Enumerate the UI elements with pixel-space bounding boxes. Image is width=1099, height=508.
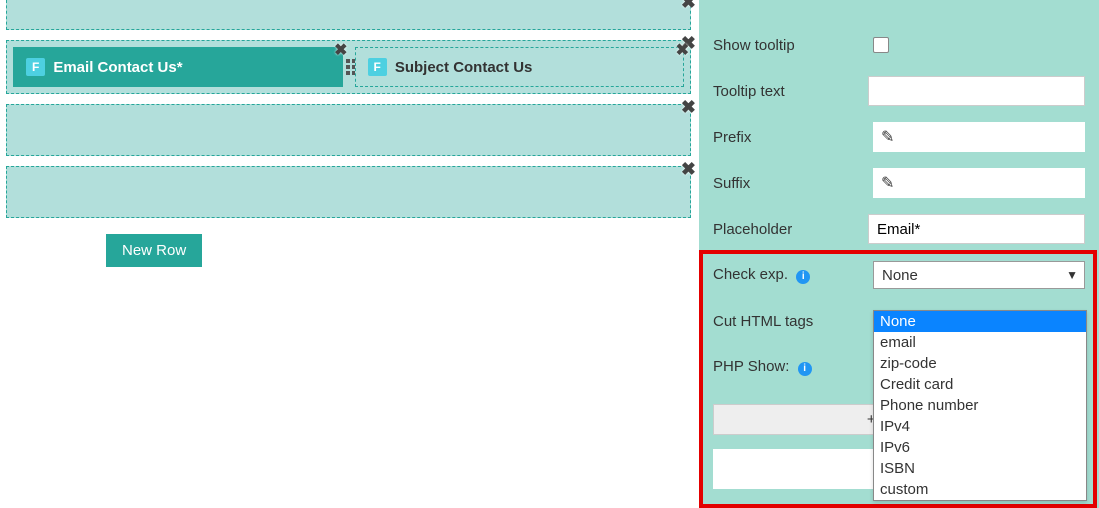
suffix-input[interactable]: ✎ — [873, 168, 1085, 198]
info-icon[interactable]: i — [798, 362, 812, 376]
pencil-icon: ✎ — [881, 173, 894, 193]
suffix-label: Suffix — [713, 175, 873, 192]
field-type-badge: F — [368, 58, 387, 76]
placeholder-label: Placeholder — [713, 221, 868, 238]
dropdown-option[interactable]: IPv6 — [874, 437, 1086, 458]
show-tooltip-label: Show tooltip — [713, 37, 873, 54]
prefix-label: Prefix — [713, 129, 873, 146]
dropdown-option[interactable]: zip-code — [874, 353, 1086, 374]
select-value: None — [882, 267, 918, 284]
new-row-button[interactable]: New Row — [106, 234, 202, 267]
close-icon[interactable]: ✖ — [681, 0, 696, 13]
dropdown-option[interactable]: ISBN — [874, 458, 1086, 479]
close-icon[interactable]: ✖ — [681, 97, 696, 118]
properties-panel: Show tooltip Tooltip text Prefix ✎ Suffi… — [699, 0, 1099, 508]
form-row[interactable]: ✖ — [6, 0, 691, 30]
field-subject-contact-us[interactable]: ✖ F Subject Contact Us — [355, 47, 685, 87]
dropdown-option[interactable]: Credit card — [874, 374, 1086, 395]
php-show-label: PHP Show: i — [713, 358, 873, 376]
pencil-icon: ✎ — [881, 127, 894, 147]
form-row[interactable]: ✖ — [6, 104, 691, 156]
tooltip-text-label: Tooltip text — [713, 83, 868, 100]
check-exp-label: Check exp. i — [713, 266, 873, 284]
prefix-input[interactable]: ✎ — [873, 122, 1085, 152]
placeholder-input[interactable] — [868, 214, 1085, 244]
cut-html-label: Cut HTML tags — [713, 313, 873, 330]
close-icon[interactable]: ✖ — [334, 40, 347, 60]
close-icon[interactable]: ✖ — [681, 159, 696, 180]
tooltip-text-input[interactable] — [868, 76, 1085, 106]
field-label: Email Contact Us* — [53, 59, 182, 76]
dropdown-option[interactable]: email — [874, 332, 1086, 353]
close-icon[interactable]: ✖ — [676, 40, 689, 60]
field-label: Subject Contact Us — [395, 59, 533, 76]
dropdown-option[interactable]: None — [874, 311, 1086, 332]
form-row[interactable]: ✖ ✖ F Email Contact Us* ✖ F Subject Cont… — [6, 40, 691, 94]
check-exp-select[interactable]: None ▼ — [873, 261, 1085, 289]
field-type-badge: F — [26, 58, 45, 76]
form-builder-canvas: ✖ ✖ ✖ F Email Contact Us* ✖ F Subject Co… — [0, 0, 699, 508]
chevron-down-icon: ▼ — [1066, 268, 1078, 282]
show-tooltip-checkbox[interactable] — [873, 37, 889, 53]
dropdown-option[interactable]: custom — [874, 479, 1086, 500]
dropdown-option[interactable]: IPv4 — [874, 416, 1086, 437]
form-row[interactable]: ✖ — [6, 166, 691, 218]
info-icon[interactable]: i — [796, 270, 810, 284]
field-email-contact-us[interactable]: ✖ F Email Contact Us* — [13, 47, 343, 87]
dropdown-option[interactable]: Phone number — [874, 395, 1086, 416]
check-exp-dropdown[interactable]: Noneemailzip-codeCredit cardPhone number… — [873, 310, 1087, 501]
